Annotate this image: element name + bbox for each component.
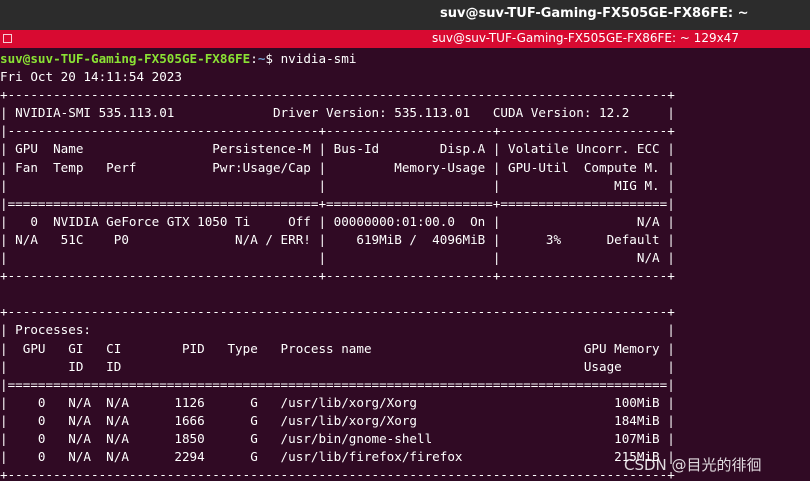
window-title: suv@suv-TUF-Gaming-FX505GE-FX86FE: ~: [440, 6, 749, 21]
output-line: | Fan Temp Perf Pwr:Usage/Cap | Memory-U…: [0, 159, 675, 175]
terminal-title: suv@suv-TUF-Gaming-FX505GE-FX86FE: ~ 129…: [432, 31, 739, 45]
prompt-user-host: suv@suv-TUF-Gaming-FX505GE-FX86FE: [0, 51, 251, 66]
terminal-output: suv@suv-TUF-Gaming-FX505GE-FX86FE:~$ nvi…: [0, 50, 810, 481]
output-line: | 0 NVIDIA GeForce GTX 1050 Ti Off | 000…: [0, 213, 675, 229]
terminal-title-bar[interactable]: suv@suv-TUF-Gaming-FX505GE-FX86FE: ~ 129…: [0, 30, 810, 48]
prompt-command: nvidia-smi: [280, 51, 357, 66]
close-icon[interactable]: [3, 34, 12, 43]
watermark: CSDN @目光的徘徊: [624, 456, 762, 474]
output-line: | 0 N/A N/A 1850 G /usr/bin/gnome-shell …: [0, 430, 675, 446]
output-line: | Processes: |: [0, 322, 675, 338]
prompt-colon: :: [250, 51, 258, 66]
output-line: | | | MIG M. |: [0, 177, 675, 193]
prompt-dollar: $: [265, 51, 281, 66]
output-line: | ID ID Usage |: [0, 358, 675, 374]
output-line: +---------------------------------------…: [0, 268, 675, 284]
output-line: | N/A 51C P0 N/A / ERR! | 619MiB / 4096M…: [0, 231, 675, 247]
output-line: +---------------------------------------…: [0, 304, 675, 320]
output-line: | GPU GI CI PID Type Process name GPU Me…: [0, 340, 675, 356]
output-line: | | | N/A |: [0, 250, 675, 266]
output-line: |=======================================…: [0, 376, 675, 392]
output-line: | 0 N/A N/A 1666 G /usr/lib/xorg/Xorg 18…: [0, 412, 675, 428]
output-line: | NVIDIA-SMI 535.113.01 Driver Version: …: [0, 105, 675, 121]
output-line: |=======================================…: [0, 195, 675, 211]
terminal-area[interactable]: suv@suv-TUF-Gaming-FX505GE-FX86FE:~$ nvi…: [0, 50, 810, 481]
output-line: +---------------------------------------…: [0, 87, 675, 103]
output-line: |---------------------------------------…: [0, 123, 675, 139]
output-line: Fri Oct 20 14:11:54 2023: [0, 69, 182, 85]
prompt-line: suv@suv-TUF-Gaming-FX505GE-FX86FE:~$ nvi…: [0, 50, 810, 68]
output-line: | 0 N/A N/A 1126 G /usr/lib/xorg/Xorg 10…: [0, 394, 675, 410]
output-line: | GPU Name Persistence-M | Bus-Id Disp.A…: [0, 141, 675, 157]
output-lines: Fri Oct 20 14:11:54 2023 +---------------…: [0, 68, 810, 481]
top-bar: suv@suv-TUF-Gaming-FX505GE-FX86FE: ~: [0, 0, 810, 30]
